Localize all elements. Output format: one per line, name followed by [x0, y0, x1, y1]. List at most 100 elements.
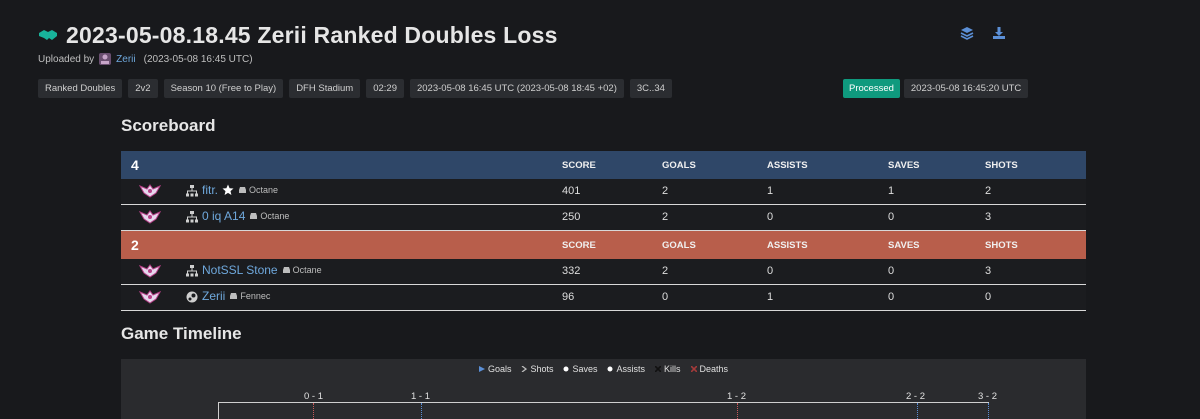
stat-goals: 0 [662, 291, 669, 303]
tag-season: Season 10 (Free to Play) [163, 79, 284, 98]
car-name: Octane [292, 265, 322, 275]
player-name-group: fitr. Octane [202, 183, 278, 197]
stat-assists: 0 [767, 265, 774, 277]
team-score: 4 [131, 157, 139, 173]
legend-kills[interactable]: Kills [655, 364, 681, 374]
avatar [99, 53, 112, 65]
car-name: Fennec [240, 291, 271, 301]
score-label: 0 - 1 [304, 391, 324, 402]
stat-shots: 2 [985, 185, 992, 197]
car-info: Octane [282, 265, 322, 275]
stat-shots: 3 [985, 211, 992, 223]
stat-score: 96 [562, 291, 575, 303]
player-link[interactable]: 0 iq A14 [202, 209, 245, 223]
goal-marker-icon [478, 366, 485, 372]
goal-line [737, 403, 738, 419]
network-icon [186, 265, 198, 277]
uploaded-label: Uploaded by [38, 53, 95, 65]
stat-score: 401 [562, 185, 581, 197]
shot-marker-icon [522, 366, 528, 372]
assist-marker-icon [607, 366, 613, 372]
player-row: NotSSL Stone Octane 332 2 0 0 3 [121, 259, 1086, 285]
player-name-group: Zerii Fennec [202, 289, 270, 303]
legend-goals[interactable]: Goals [478, 364, 512, 374]
goal-line [988, 403, 989, 419]
team-header-blue: 4 SCORE GOALS ASSISTS SAVES SHOTS [121, 151, 1086, 179]
legend-saves[interactable]: Saves [563, 364, 597, 374]
tag-id: 3C..34 [629, 79, 672, 98]
car-icon [230, 293, 238, 299]
replay-tags: Ranked Doubles 2v2 Season 10 (Free to Pl… [38, 79, 672, 98]
stat-score: 332 [562, 265, 581, 277]
upload-info: Uploaded by Zerii (2023-05-08 16:45 UTC) [38, 52, 253, 66]
legend-label: Kills [664, 364, 681, 374]
download-icon[interactable] [992, 26, 1006, 40]
col-goals: GOALS [662, 159, 696, 171]
upload-time: (2023-05-08 16:45 UTC) [143, 53, 253, 65]
legend-deaths[interactable]: Deaths [690, 364, 729, 374]
car-icon [250, 213, 258, 219]
legend-shots[interactable]: Shots [521, 364, 553, 374]
col-shots: SHOTS [985, 239, 1018, 251]
goal-line [313, 403, 314, 419]
save-marker-icon [563, 366, 569, 372]
stat-goals: 2 [662, 185, 669, 197]
page-title: 2023-05-08.18.45 Zerii Ranked Doubles Lo… [66, 21, 558, 48]
team-score: 2 [131, 237, 139, 253]
col-saves: SAVES [888, 159, 920, 171]
stat-saves: 0 [888, 291, 895, 303]
tag-date: 2023-05-08 16:45 UTC (2023-05-08 18:45 +… [409, 79, 624, 98]
team-header-orange: 2 SCORE GOALS ASSISTS SAVES SHOTS [121, 231, 1086, 259]
score-label: 1 - 1 [411, 391, 431, 402]
stat-saves: 0 [888, 265, 895, 277]
goal-line [421, 403, 422, 419]
stat-goals: 2 [662, 265, 669, 277]
player-name-group: NotSSL Stone Octane [202, 263, 322, 277]
uploader-link[interactable]: Zerii [116, 54, 135, 65]
layers-icon[interactable] [960, 26, 974, 40]
car-icon [239, 187, 247, 193]
timeline-panel: Goals Shots Saves Assists Kills Deaths 0… [121, 359, 1086, 419]
death-marker-icon [690, 366, 697, 372]
col-assists: ASSISTS [767, 159, 808, 171]
legend-label: Assists [616, 364, 645, 374]
header-actions [960, 26, 1006, 40]
tag-mode: 2v2 [128, 79, 158, 98]
stat-saves: 1 [888, 185, 895, 197]
col-score: SCORE [562, 239, 596, 251]
stat-score: 250 [562, 211, 581, 223]
car-info: Fennec [229, 291, 270, 301]
stat-shots: 0 [985, 291, 992, 303]
player-link[interactable]: Zerii [202, 289, 225, 303]
plot-area-border [218, 402, 989, 403]
car-info: Octane [238, 185, 278, 195]
player-name-group: 0 iq A14 Octane [202, 209, 289, 223]
legend-label: Deaths [699, 364, 729, 374]
col-assists: ASSISTS [767, 239, 808, 251]
legend-label: Goals [487, 364, 512, 374]
col-score: SCORE [562, 159, 596, 171]
rank-icon [139, 290, 161, 304]
steam-icon [186, 291, 198, 303]
network-icon [186, 211, 198, 223]
score-label: 3 - 2 [978, 391, 998, 402]
player-link[interactable]: fitr. [202, 183, 218, 197]
handshake-icon [39, 30, 57, 40]
player-link[interactable]: NotSSL Stone [202, 263, 278, 277]
score-label: 2 - 2 [906, 391, 926, 402]
legend-assists[interactable]: Assists [607, 364, 645, 374]
goal-line [917, 403, 918, 419]
title-row: 2023-05-08.18.45 Zerii Ranked Doubles Lo… [38, 20, 558, 50]
col-shots: SHOTS [985, 159, 1018, 171]
scoreboard-title: Scoreboard [121, 116, 216, 135]
legend-label: Saves [572, 364, 598, 374]
processing-status: Processed 2023-05-08 16:45:20 UTC [843, 79, 1029, 98]
processed-time: 2023-05-08 16:45:20 UTC [903, 79, 1029, 98]
stat-shots: 3 [985, 265, 992, 277]
status-badge: Processed [843, 79, 900, 98]
player-row: 0 iq A14 Octane 250 2 0 0 3 [121, 205, 1086, 231]
col-saves: SAVES [888, 239, 920, 251]
timeline-legend: Goals Shots Saves Assists Kills Deaths [121, 364, 1086, 374]
tag-duration: 02:29 [366, 79, 404, 98]
car-info: Octane [249, 211, 289, 221]
